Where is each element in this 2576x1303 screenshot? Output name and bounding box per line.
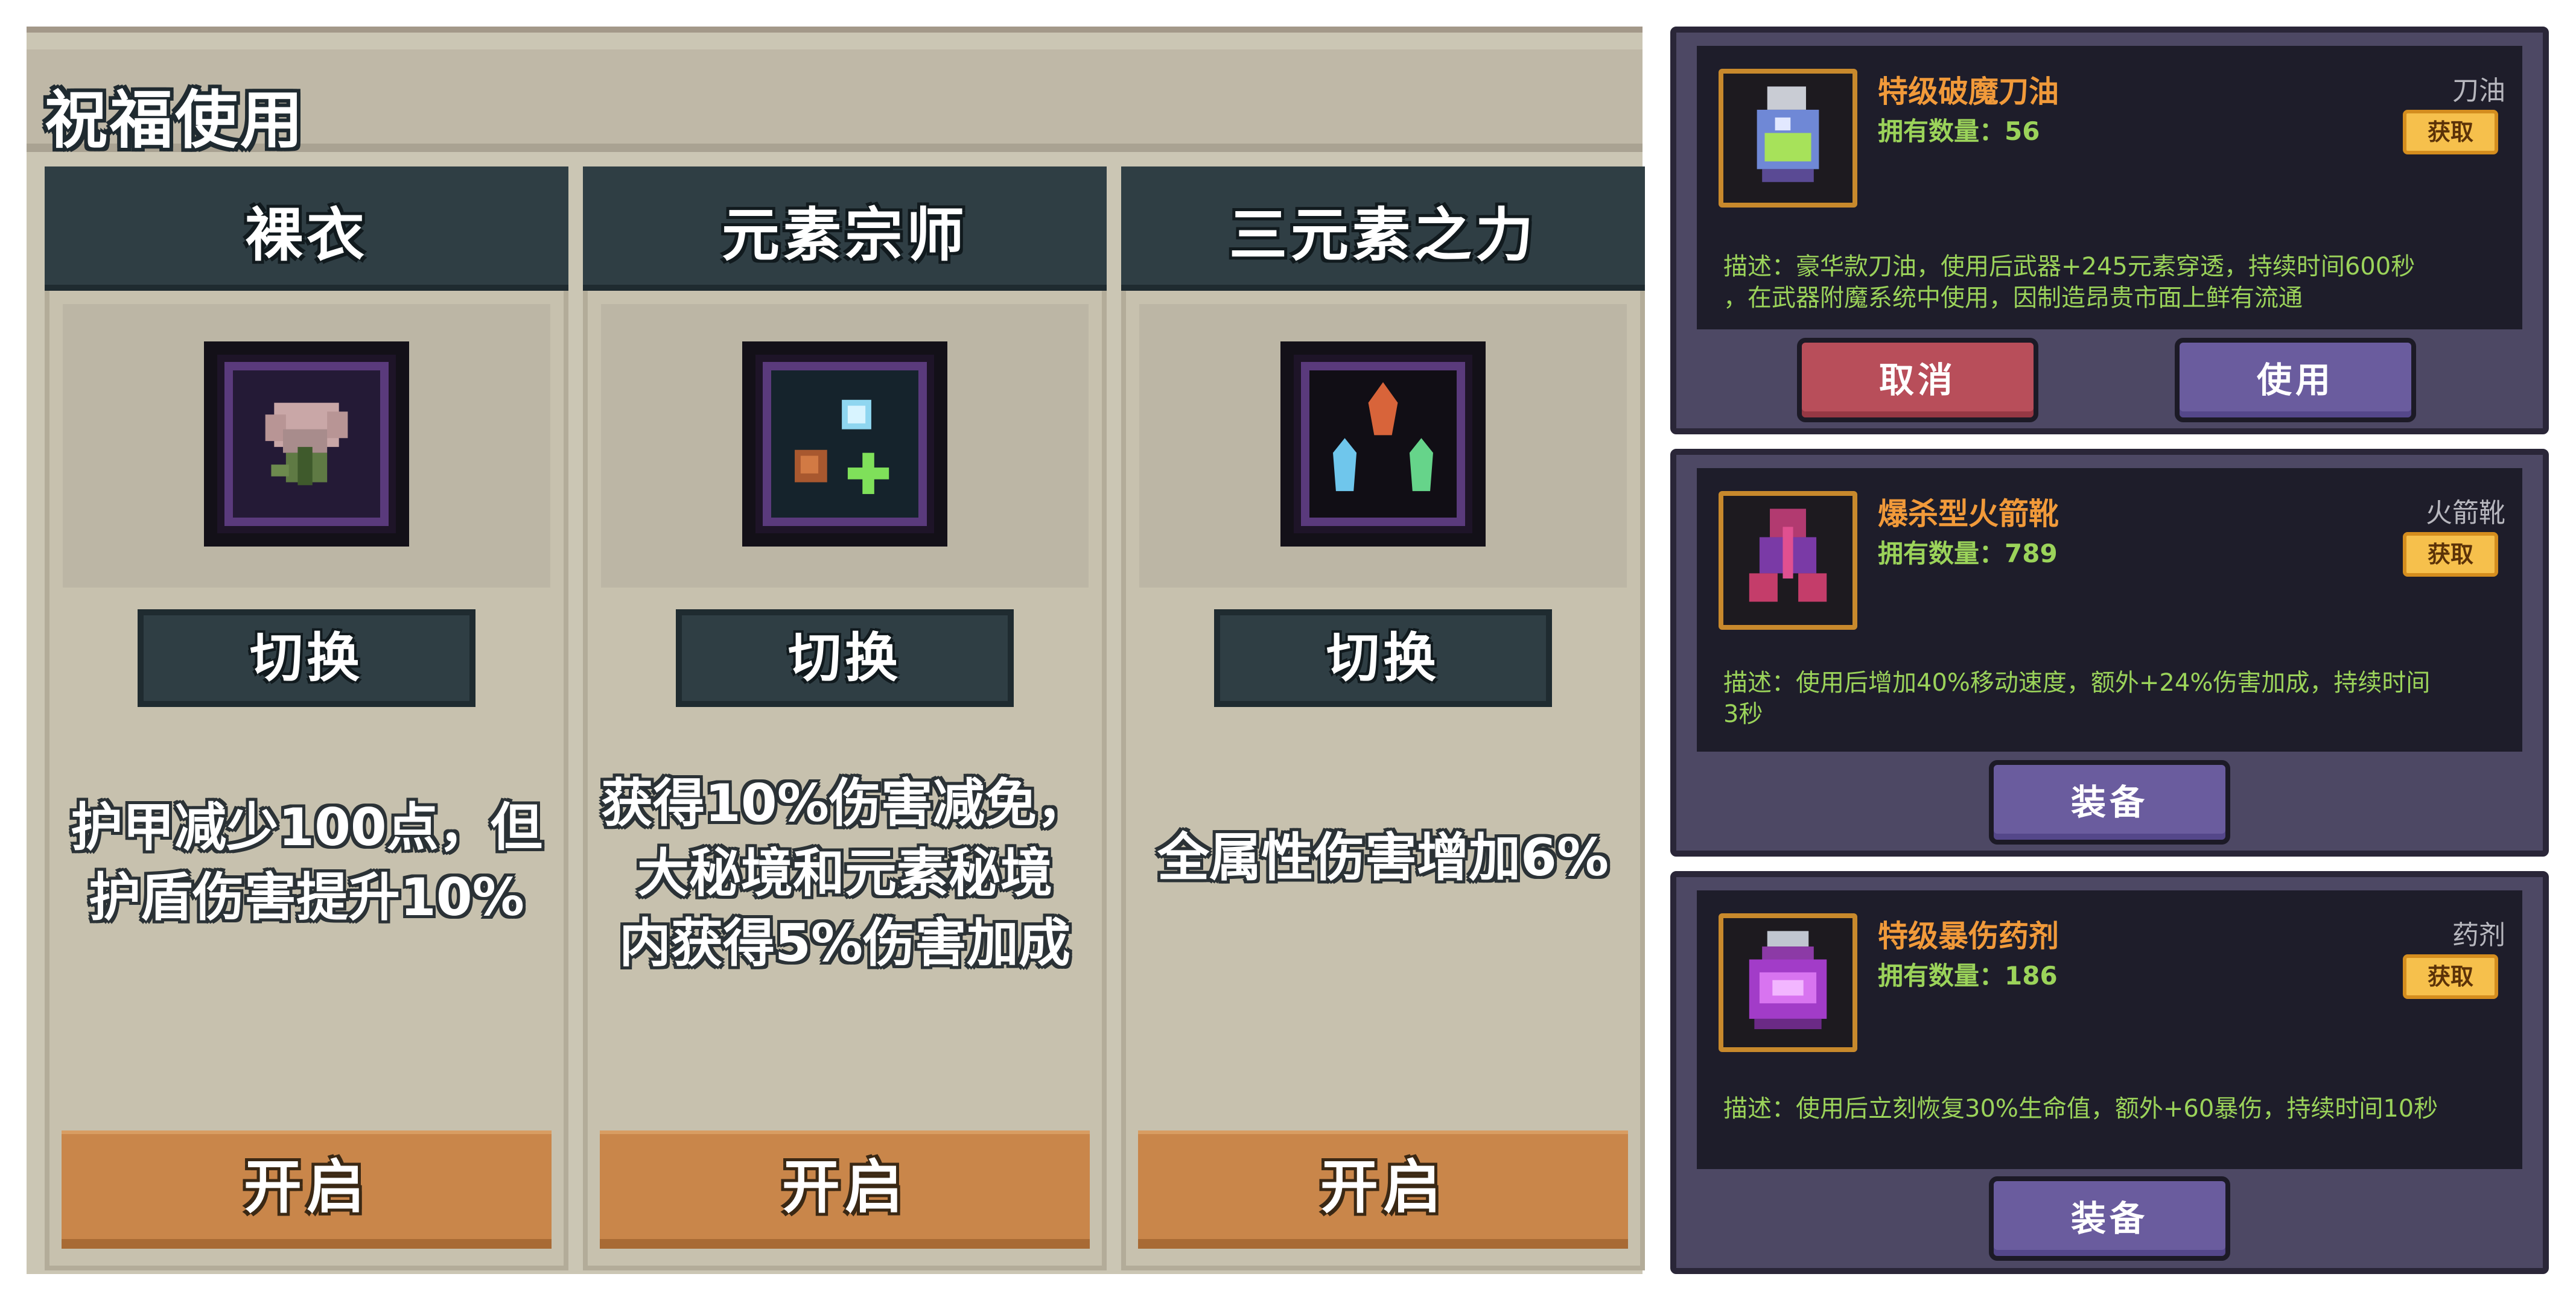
icon-well	[1139, 304, 1627, 588]
card-title: 裸衣	[245, 201, 368, 269]
cancel-button[interactable]: 取消	[1797, 338, 2038, 422]
description-line: 护盾伤害提升10%	[89, 867, 524, 928]
item-card-boots: 爆杀型火箭靴 火箭靴 拥有数量：789 获取 描述：使用后增加40%移动速度，额…	[1670, 449, 2549, 857]
item-count: 拥有数量：789	[1878, 539, 2058, 568]
item-count: 拥有数量：186	[1878, 961, 2058, 991]
description-line: ，在武器附魔系统中使用，因制造昂贵市面上鲜有流通	[1723, 284, 2303, 312]
item-name: 特级破魔刀油	[1878, 74, 2059, 109]
enable-button[interactable]: 开启	[1138, 1130, 1628, 1249]
blessing-card-naked: 裸衣 切换 护甲减少100点，但 护盾伤害提升10% 开启	[45, 166, 568, 1270]
get-button[interactable]: 获取	[2403, 532, 2498, 577]
description-line: 获得10%伤害减免，	[601, 773, 1089, 834]
enable-button[interactable]: 开启	[62, 1130, 552, 1249]
switch-button[interactable]: 切换	[1214, 609, 1552, 707]
blessing-header: 祝福使用	[27, 49, 1643, 157]
item-info: 爆杀型火箭靴 火箭靴 拥有数量：789 获取 描述：使用后增加40%移动速度，额…	[1697, 468, 2522, 752]
oil-flask-icon	[1719, 69, 1857, 208]
blessing-description: 全属性伤害增加6%	[1138, 823, 1628, 893]
rocket-boots-icon	[1719, 491, 1857, 630]
item-card-potion: 特级暴伤药剂 药剂 拥有数量：186 获取 描述：使用后立刻恢复30%生命值，额…	[1670, 871, 2549, 1274]
item-description: 描述：豪华款刀油，使用后武器+245元素穿透，持续时间600秒 ，在武器附魔系统…	[1723, 251, 2496, 314]
description-line: 护甲减少100点，但	[71, 797, 542, 858]
item-type: 药剂	[2452, 920, 2505, 951]
card-header: 裸衣	[45, 166, 568, 291]
icon-well	[601, 304, 1089, 588]
enable-button[interactable]: 开启	[600, 1130, 1090, 1249]
equip-button[interactable]: 装备	[1989, 1176, 2230, 1261]
element-orbs-icon	[742, 341, 947, 547]
item-name: 爆杀型火箭靴	[1878, 496, 2059, 531]
blessing-card-element-master: 元素宗师 切换 获得10%伤害减免， 大秘境和元素秘境 内获得5%伤害加成 开启	[583, 166, 1107, 1270]
potion-jar-icon	[1719, 913, 1857, 1052]
card-title: 三元素之力	[1229, 201, 1537, 269]
switch-button[interactable]: 切换	[676, 609, 1014, 707]
item-type: 刀油	[2452, 75, 2505, 106]
description-line: 大秘境和元素秘境	[637, 843, 1052, 904]
flower-blessing-icon	[204, 341, 409, 547]
card-title: 元素宗师	[722, 201, 968, 269]
get-button[interactable]: 获取	[2403, 954, 2498, 999]
get-button[interactable]: 获取	[2403, 110, 2498, 154]
item-panel: 特级破魔刀油 刀油 拥有数量：56 获取 描述：豪华款刀油，使用后武器+245元…	[1670, 27, 2549, 1274]
item-info: 特级破魔刀油 刀油 拥有数量：56 获取 描述：豪华款刀油，使用后武器+245元…	[1697, 46, 2522, 329]
description-line: 全属性伤害增加6%	[1157, 828, 1609, 888]
item-type: 火箭靴	[2426, 498, 2505, 528]
description-line: 3秒	[1723, 700, 1763, 728]
item-count: 拥有数量：56	[1878, 116, 2040, 146]
description-line: 描述：使用后增加40%移动速度，额外+24%伤害加成，持续时间	[1723, 669, 2431, 697]
use-button[interactable]: 使用	[2175, 338, 2416, 422]
equip-button[interactable]: 装备	[1989, 760, 2230, 845]
item-name: 特级暴伤药剂	[1878, 919, 2059, 954]
description-line: 内获得5%伤害加成	[619, 913, 1070, 974]
card-header: 元素宗师	[583, 166, 1107, 291]
description-line: 描述：使用后立刻恢复30%生命值，额外+60暴伤，持续时间10秒	[1723, 1095, 2438, 1123]
blessing-description: 护甲减少100点，但 护盾伤害提升10%	[62, 793, 552, 933]
three-crystals-icon	[1280, 341, 1486, 547]
description-line: 描述：豪华款刀油，使用后武器+245元素穿透，持续时间600秒	[1723, 253, 2415, 281]
item-description: 描述：使用后立刻恢复30%生命值，额外+60暴伤，持续时间10秒	[1723, 1093, 2496, 1124]
blessing-panel: 祝福使用 裸衣 切换 护甲减少100点，但 护盾伤害提升10% 开启 元素宗师 …	[27, 27, 1645, 1274]
panel-title: 祝福使用	[45, 83, 306, 157]
icon-well	[63, 304, 550, 588]
item-description: 描述：使用后增加40%移动速度，额外+24%伤害加成，持续时间 3秒	[1723, 667, 2496, 730]
item-info: 特级暴伤药剂 药剂 拥有数量：186 获取 描述：使用后立刻恢复30%生命值，额…	[1697, 890, 2522, 1169]
card-header: 三元素之力	[1121, 166, 1645, 291]
switch-button[interactable]: 切换	[138, 609, 475, 707]
item-card-oil: 特级破魔刀油 刀油 拥有数量：56 获取 描述：豪华款刀油，使用后武器+245元…	[1670, 27, 2549, 434]
blessing-card-three-elements: 三元素之力 切换 全属性伤害增加6% 开启	[1121, 166, 1645, 1270]
blessing-description: 获得10%伤害减免， 大秘境和元素秘境 内获得5%伤害加成	[600, 769, 1090, 978]
